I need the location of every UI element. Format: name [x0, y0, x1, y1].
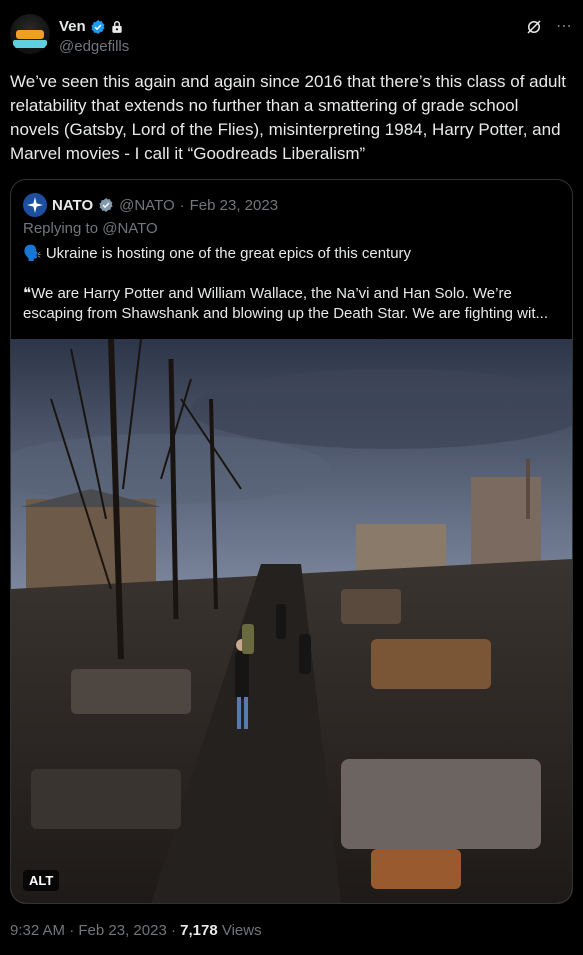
- lock-icon: [112, 20, 122, 33]
- views-count: 7,178: [180, 922, 218, 939]
- quoted-handle: @NATO: [119, 196, 175, 214]
- quoted-header: NATO @NATO · Feb 23, 2023: [23, 193, 278, 217]
- views-label: Views: [221, 922, 262, 939]
- replying-to: Replying to @NATO: [23, 220, 158, 237]
- quoted-text-line1: 🗣️ Ukraine is hosting one of the great e…: [23, 245, 412, 262]
- footer-separator: ·: [170, 922, 176, 939]
- footer-separator: ·: [69, 922, 75, 939]
- more-icon[interactable]: ⋯: [555, 18, 573, 36]
- tweet-header: Ven @edgefills ⋯: [10, 14, 573, 58]
- tweet-time[interactable]: 9:32 AM: [10, 922, 65, 939]
- nato-logo-icon: [23, 193, 47, 217]
- quoted-text-line2: ❝We are Harry Potter and William Wallace…: [23, 285, 549, 322]
- quoted-tweet[interactable]: NATO @NATO · Feb 23, 2023 Replying to @N…: [10, 179, 573, 904]
- quoted-photo[interactable]: ALT: [11, 339, 572, 903]
- grok-icon[interactable]: [525, 18, 543, 36]
- handle[interactable]: @edgefills: [59, 38, 129, 55]
- verified-badge-icon: [91, 19, 105, 34]
- alt-text-badge[interactable]: ALT: [23, 870, 60, 891]
- tweet-text: We’ve seen this again and again since 20…: [10, 72, 567, 163]
- tweet: Ven @edgefills ⋯ We’ve seen this again a…: [0, 0, 583, 955]
- quoted-date: Feb 23, 2023: [189, 196, 279, 214]
- verified-badge-icon: [99, 198, 113, 212]
- tweet-footer: 9:32 AM · Feb 23, 2023 · 7,178 Views: [10, 922, 262, 939]
- name-line: Ven: [59, 18, 124, 35]
- avatar[interactable]: [10, 14, 50, 54]
- display-name[interactable]: Ven: [59, 18, 86, 35]
- tweet-date[interactable]: Feb 23, 2023: [78, 922, 166, 939]
- quoted-separator: ·: [179, 196, 185, 214]
- quoted-display-name: NATO: [52, 196, 94, 214]
